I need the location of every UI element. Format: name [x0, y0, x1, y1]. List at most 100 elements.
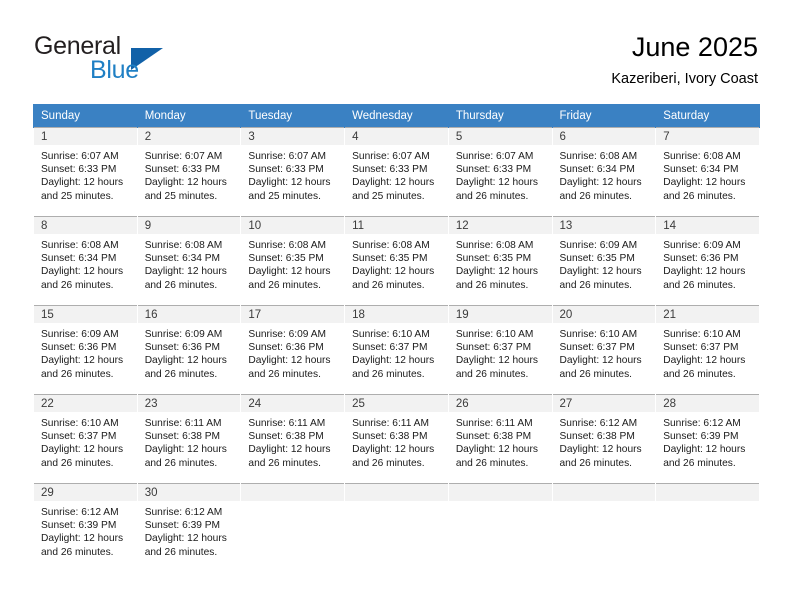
calendar-day-cell[interactable]: 19 Sunrise: 6:10 AM Sunset: 6:37 PM Dayligh…: [447, 305, 553, 395]
calendar-day-cell-empty: [551, 483, 657, 573]
day-number: 3: [241, 128, 345, 145]
calendar-day-cell[interactable]: 8 Sunrise: 6:08 AM Sunset: 6:34 PM Daylight…: [33, 216, 138, 306]
calendar-day-cell[interactable]: 16 Sunrise: 6:09 AM Sunset: 6:36 PM Dayligh…: [136, 305, 242, 395]
sunrise-time: Sunrise: 6:12 AM: [144, 507, 223, 518]
sunset-time: Sunset: 6:38 PM: [144, 431, 221, 443]
daylight-duration-line2: and 26 minutes.: [559, 368, 633, 380]
day-details: Sunrise: 6:12 AM Sunset: 6:39 PM Daylight:…: [656, 412, 759, 470]
day-details: Sunrise: 6:08 AM Sunset: 6:34 PM Daylight:…: [656, 145, 759, 203]
calendar-day-cell[interactable]: 10 Sunrise: 6:08 AM Sunset: 6:35 PM Dayligh…: [240, 216, 346, 306]
sunrise-time: Sunrise: 6:12 AM: [559, 418, 638, 429]
daylight-duration-line1: Daylight: 12 hours: [663, 177, 746, 189]
day-details: Sunrise: 6:12 AM Sunset: 6:39 PM Daylight:…: [138, 501, 241, 559]
calendar-day-cell[interactable]: 15 Sunrise: 6:09 AM Sunset: 6:36 PM Dayligh…: [33, 305, 138, 395]
day-number: 18: [345, 306, 448, 323]
daylight-duration-line2: and 26 minutes.: [663, 279, 736, 291]
daylight-duration-line1: Daylight: 12 hours: [559, 266, 642, 278]
daylight-duration-line2: and 26 minutes.: [559, 457, 633, 469]
daylight-duration-line1: Daylight: 12 hours: [41, 444, 124, 456]
sunrise-time: Sunrise: 6:10 AM: [663, 329, 741, 340]
daylight-duration-line2: and 25 minutes.: [144, 190, 218, 202]
day-details: Sunrise: 6:09 AM Sunset: 6:36 PM Daylight:…: [34, 323, 137, 381]
daylight-duration-line2: and 26 minutes.: [41, 279, 114, 291]
daylight-duration-line2: and 25 minutes.: [248, 190, 321, 202]
calendar-day-cell[interactable]: 21 Sunrise: 6:10 AM Sunset: 6:37 PM Dayligh…: [655, 305, 760, 395]
day-number: 13: [552, 217, 656, 234]
daylight-duration-line1: Daylight: 12 hours: [144, 355, 227, 367]
calendar-day-cell[interactable]: 28 Sunrise: 6:12 AM Sunset: 6:39 PM Dayligh…: [655, 394, 760, 484]
calendar-day-cell[interactable]: 23 Sunrise: 6:11 AM Sunset: 6:38 PM Dayligh…: [136, 394, 242, 484]
calendar-day-cell[interactable]: 2 Sunrise: 6:07 AM Sunset: 6:33 PM Daylight…: [136, 127, 242, 217]
day-number: [241, 484, 345, 501]
daylight-duration-line2: and 26 minutes.: [41, 546, 114, 558]
sunrise-time: Sunrise: 6:10 AM: [41, 418, 119, 429]
calendar-day-cell[interactable]: 30 Sunrise: 6:12 AM Sunset: 6:39 PM Dayligh…: [136, 483, 242, 573]
calendar-day-cell[interactable]: 17 Sunrise: 6:09 AM Sunset: 6:36 PM Dayligh…: [240, 305, 346, 395]
day-details: Sunrise: 6:12 AM Sunset: 6:39 PM Daylight:…: [34, 501, 137, 559]
daylight-duration-line2: and 25 minutes.: [352, 190, 425, 202]
daylight-duration-line1: Daylight: 12 hours: [559, 177, 642, 189]
day-details: Sunrise: 6:09 AM Sunset: 6:35 PM Daylight:…: [553, 234, 656, 292]
sunset-time: Sunset: 6:33 PM: [248, 164, 324, 176]
sunset-time: Sunset: 6:39 PM: [41, 520, 117, 532]
daylight-duration-line2: and 26 minutes.: [455, 457, 529, 469]
calendar-day-cell[interactable]: 4 Sunrise: 6:07 AM Sunset: 6:33 PM Daylight…: [344, 127, 449, 217]
day-number: 28: [656, 395, 759, 412]
calendar-week-row: 22 Sunrise: 6:10 AM Sunset: 6:37 PM Dayligh…: [33, 394, 760, 484]
calendar-table: Sunday Monday Tuesday Wednesday Thursday…: [33, 104, 760, 573]
sunset-time: Sunset: 6:38 PM: [352, 431, 428, 443]
daylight-duration-line1: Daylight: 12 hours: [144, 266, 227, 278]
day-number: 27: [552, 395, 656, 412]
calendar-day-cell[interactable]: 12 Sunrise: 6:08 AM Sunset: 6:35 PM Dayligh…: [447, 216, 553, 306]
daylight-duration-line2: and 26 minutes.: [663, 368, 736, 380]
calendar-day-cell[interactable]: 14 Sunrise: 6:09 AM Sunset: 6:36 PM Dayligh…: [655, 216, 760, 306]
daylight-duration-line1: Daylight: 12 hours: [663, 444, 746, 456]
sunrise-time: Sunrise: 6:08 AM: [663, 151, 741, 162]
brand-logo[interactable]: General Blue: [34, 32, 264, 88]
day-details: Sunrise: 6:09 AM Sunset: 6:36 PM Daylight:…: [656, 234, 759, 292]
daylight-duration-line2: and 26 minutes.: [144, 457, 218, 469]
calendar-day-cell[interactable]: 11 Sunrise: 6:08 AM Sunset: 6:35 PM Dayligh…: [344, 216, 449, 306]
weekday-header-saturday: Saturday: [655, 104, 760, 128]
page-title: June 2025: [631, 32, 758, 62]
sunset-time: Sunset: 6:33 PM: [144, 164, 221, 176]
daylight-duration-line1: Daylight: 12 hours: [352, 177, 435, 189]
calendar-day-cell[interactable]: 1 Sunrise: 6:07 AM Sunset: 6:33 PM Daylight…: [33, 127, 138, 217]
weekday-header-thursday: Thursday: [447, 104, 553, 128]
calendar-day-cell[interactable]: 22 Sunrise: 6:10 AM Sunset: 6:37 PM Dayligh…: [33, 394, 138, 484]
sunset-time: Sunset: 6:37 PM: [559, 342, 635, 354]
daylight-duration-line2: and 26 minutes.: [41, 368, 114, 380]
calendar-week-row: 29 Sunrise: 6:12 AM Sunset: 6:39 PM Dayligh…: [33, 483, 760, 573]
calendar-day-cell[interactable]: 7 Sunrise: 6:08 AM Sunset: 6:34 PM Daylight…: [655, 127, 760, 217]
calendar-day-cell[interactable]: 26 Sunrise: 6:11 AM Sunset: 6:38 PM Dayligh…: [447, 394, 553, 484]
day-number: 23: [137, 395, 241, 412]
calendar-body: 1 Sunrise: 6:07 AM Sunset: 6:33 PM Daylight…: [33, 127, 760, 573]
calendar-day-cell[interactable]: 6 Sunrise: 6:08 AM Sunset: 6:34 PM Daylight…: [551, 127, 657, 217]
day-number: 5: [448, 128, 552, 145]
day-number: 2: [137, 128, 241, 145]
weekday-header-tuesday: Tuesday: [240, 104, 346, 128]
calendar-day-cell[interactable]: 18 Sunrise: 6:10 AM Sunset: 6:37 PM Dayligh…: [344, 305, 449, 395]
sunrise-time: Sunrise: 6:10 AM: [352, 329, 430, 340]
calendar-week-row: 8 Sunrise: 6:08 AM Sunset: 6:34 PM Daylight…: [33, 216, 760, 306]
calendar-day-cell[interactable]: 5 Sunrise: 6:07 AM Sunset: 6:33 PM Daylight…: [447, 127, 553, 217]
sunrise-time: Sunrise: 6:08 AM: [559, 151, 638, 162]
calendar-day-cell[interactable]: 3 Sunrise: 6:07 AM Sunset: 6:33 PM Daylight…: [240, 127, 346, 217]
location-subtitle: Kazeriberi, Ivory Coast: [611, 71, 758, 87]
sunset-time: Sunset: 6:33 PM: [41, 164, 117, 176]
calendar-day-cell[interactable]: 27 Sunrise: 6:12 AM Sunset: 6:38 PM Dayligh…: [551, 394, 657, 484]
calendar-day-cell[interactable]: 25 Sunrise: 6:11 AM Sunset: 6:38 PM Dayligh…: [344, 394, 449, 484]
calendar-day-cell[interactable]: 9 Sunrise: 6:08 AM Sunset: 6:34 PM Daylight…: [136, 216, 242, 306]
sunset-time: Sunset: 6:34 PM: [144, 253, 221, 265]
calendar-day-cell[interactable]: 24 Sunrise: 6:11 AM Sunset: 6:38 PM Dayligh…: [240, 394, 346, 484]
day-number: 9: [137, 217, 241, 234]
day-details: Sunrise: 6:11 AM Sunset: 6:38 PM Daylight:…: [138, 412, 241, 470]
day-number: 8: [34, 217, 137, 234]
sunrise-time: Sunrise: 6:11 AM: [248, 418, 326, 429]
weekday-header-monday: Monday: [136, 104, 242, 128]
daylight-duration-line2: and 26 minutes.: [455, 279, 529, 291]
calendar-day-cell[interactable]: 29 Sunrise: 6:12 AM Sunset: 6:39 PM Dayligh…: [33, 483, 138, 573]
calendar-day-cell[interactable]: 20 Sunrise: 6:10 AM Sunset: 6:37 PM Dayligh…: [551, 305, 657, 395]
calendar-day-cell[interactable]: 13 Sunrise: 6:09 AM Sunset: 6:35 PM Dayligh…: [551, 216, 657, 306]
daylight-duration-line1: Daylight: 12 hours: [144, 533, 227, 545]
